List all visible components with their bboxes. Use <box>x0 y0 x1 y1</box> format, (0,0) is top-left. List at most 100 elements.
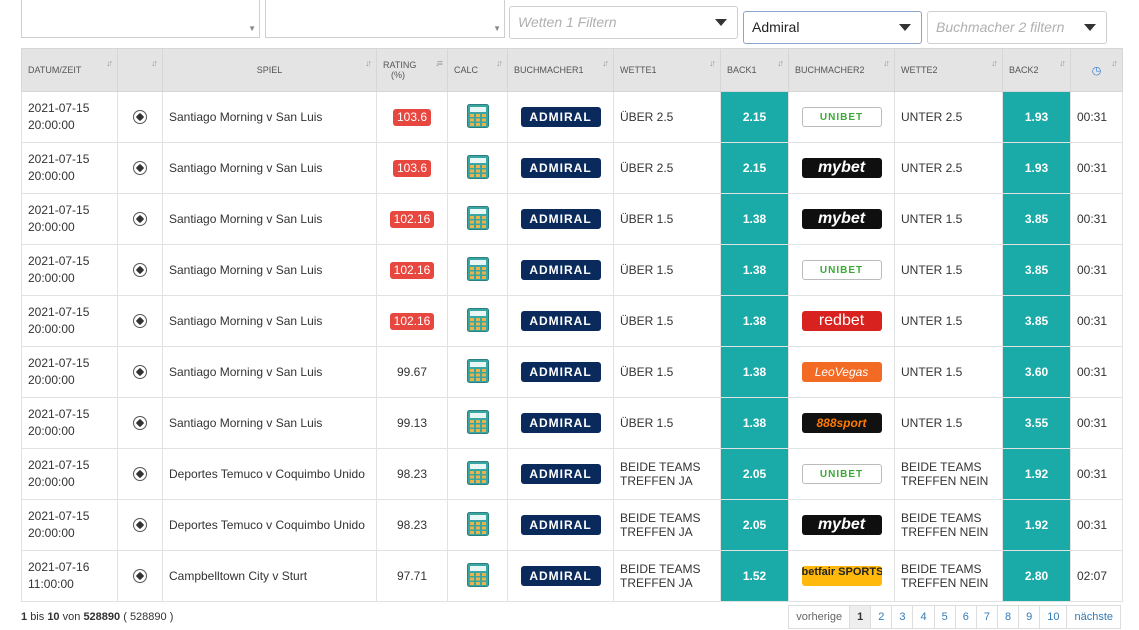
calculator-icon[interactable] <box>466 358 489 386</box>
bet2-text: BEIDE TEAMS TREFFEN NEIN <box>901 562 989 590</box>
calculator-icon[interactable] <box>466 511 489 539</box>
date-text: 2021-07-15 <box>28 305 90 319</box>
back1-odds: 1.38 <box>742 365 767 379</box>
back1-odds: 2.05 <box>742 467 767 481</box>
unibet-logo[interactable]: UNIBET <box>801 464 882 484</box>
cell-bookmaker1: ADMIRAL <box>507 91 614 143</box>
scroll-down-icon[interactable]: ▼ <box>248 24 256 33</box>
cell-rating: 99.13 <box>376 397 448 449</box>
admiral-logo[interactable]: ADMIRAL <box>520 311 601 331</box>
page-button-2[interactable]: 2 <box>870 605 893 629</box>
mybet-logo[interactable]: mybet <box>801 158 882 178</box>
page-button-7[interactable]: 7 <box>975 605 998 629</box>
th-bookmaker2[interactable]: BUCHMACHER2 ↓↑ <box>788 48 895 92</box>
bookmaker1-filter-dropdown[interactable]: Admiral <box>743 11 922 44</box>
admiral-logo[interactable]: ADMIRAL <box>520 362 601 382</box>
admiral-logo[interactable]: ADMIRAL <box>520 566 601 586</box>
cell-back1: 2.15 <box>720 142 789 194</box>
bet2-text: BEIDE TEAMS TREFFEN NEIN <box>901 460 989 488</box>
admiral-logo[interactable]: ADMIRAL <box>520 515 601 535</box>
page-button-1[interactable]: 1 <box>849 605 872 629</box>
calculator-icon[interactable] <box>466 154 489 182</box>
multiselect-box-1[interactable]: ▼ <box>21 0 260 38</box>
admiral-logo[interactable]: ADMIRAL <box>520 464 601 484</box>
cell-back1: 1.38 <box>720 295 789 347</box>
th-sport[interactable]: ↓↑ <box>117 48 163 92</box>
back2-odds: 3.60 <box>1024 365 1049 379</box>
soccer-ball-icon <box>133 110 147 125</box>
cell-bookmaker1: ADMIRAL <box>507 295 614 347</box>
scroll-down-icon[interactable]: ▼ <box>493 24 501 33</box>
th-bookmaker1[interactable]: BUCHMACHER1 ↓↑ <box>507 48 614 92</box>
bookmaker2-filter-dropdown[interactable]: Buchmacher 2 filtern <box>927 11 1107 44</box>
cell-rating: 98.23 <box>376 499 448 551</box>
admiral-logo[interactable]: ADMIRAL <box>520 260 601 280</box>
th-bet1[interactable]: WETTE1 ↓↑ <box>613 48 721 92</box>
th-datetime[interactable]: DATUM/ZEIT ↓↑ <box>21 48 118 92</box>
unibet-logo[interactable]: UNIBET <box>801 107 882 127</box>
rating-value: 99.67 <box>396 365 428 379</box>
calculator-icon[interactable] <box>466 205 489 233</box>
th-game[interactable]: SPIEL ↓↑ <box>162 48 377 92</box>
bet1-filter-dropdown[interactable]: Wetten 1 Filtern <box>509 6 738 39</box>
calculator-icon[interactable] <box>466 307 489 335</box>
page-button-4[interactable]: 4 <box>912 605 935 629</box>
table-row: 2021-07-15 20:00:00 Santiago Morning v San… <box>21 397 1123 449</box>
betfair-logo[interactable]: betfair SPORTSBOOK <box>801 566 882 586</box>
table-body: 2021-07-15 20:00:00 Santiago Morning v San… <box>21 91 1123 602</box>
date-text: 2021-07-15 <box>28 407 90 421</box>
calculator-icon[interactable] <box>466 256 489 284</box>
cell-bookmaker1: ADMIRAL <box>507 448 614 500</box>
th-back2[interactable]: BACK2 ↓↑ <box>1002 48 1071 92</box>
unibet-logo[interactable]: UNIBET <box>801 260 882 280</box>
multiselect-box-2[interactable]: ▼ <box>265 0 505 38</box>
leovegas-logo[interactable]: LeoVegas <box>801 362 882 382</box>
page-button-8[interactable]: 8 <box>996 605 1020 629</box>
game-name: Santiago Morning v San Luis <box>169 416 323 430</box>
calculator-icon[interactable] <box>466 409 489 437</box>
next-page-button[interactable]: nächste <box>1066 605 1121 629</box>
bet2-text: UNTER 1.5 <box>901 365 963 379</box>
page-button-9[interactable]: 9 <box>1018 605 1041 629</box>
bet1-text: ÜBER 1.5 <box>620 263 674 277</box>
th-bet2[interactable]: WETTE2 ↓↑ <box>894 48 1003 92</box>
admiral-logo[interactable]: ADMIRAL <box>520 158 601 178</box>
admiral-logo[interactable]: ADMIRAL <box>520 413 601 433</box>
sort-arrows-icon: ↓↑ <box>365 58 372 68</box>
cell-game: Santiago Morning v San Luis <box>162 346 377 398</box>
rating-value: 102.16 <box>389 312 435 330</box>
calculator-icon[interactable] <box>466 460 489 488</box>
bet1-text: BEIDE TEAMS TREFFEN JA <box>620 511 701 539</box>
mybet-logo[interactable]: mybet <box>801 209 882 229</box>
th-back1[interactable]: BACK1 ↓↑ <box>720 48 789 92</box>
th-remaining[interactable]: ◷ ↓↑ <box>1070 48 1123 92</box>
back2-odds: 3.55 <box>1024 416 1049 430</box>
th-rating[interactable]: RATING (%) ↓≡ <box>376 48 448 92</box>
cell-calc <box>447 295 508 347</box>
back2-odds: 1.93 <box>1024 161 1049 175</box>
game-name: Santiago Morning v San Luis <box>169 263 323 277</box>
sport888-logo[interactable]: 888sport <box>801 413 882 433</box>
cell-back2: 3.85 <box>1002 244 1071 296</box>
back1-odds: 1.38 <box>742 212 767 226</box>
page-button-10[interactable]: 10 <box>1039 605 1068 629</box>
cell-calc <box>447 91 508 143</box>
page-button-6[interactable]: 6 <box>954 605 977 629</box>
cell-game: Deportes Temuco v Coquimbo Unido <box>162 448 377 500</box>
cell-sport <box>117 550 163 602</box>
redbet-logo[interactable]: redbet <box>801 311 882 331</box>
cell-datetime: 2021-07-15 20:00:00 <box>21 142 118 194</box>
mybet-logo[interactable]: mybet <box>801 515 882 535</box>
cell-bet2: UNTER 1.5 <box>894 193 1003 245</box>
page-button-5[interactable]: 5 <box>933 605 956 629</box>
calculator-icon[interactable] <box>466 103 489 131</box>
admiral-logo[interactable]: ADMIRAL <box>520 107 601 127</box>
date-text: 2021-07-16 <box>28 560 90 574</box>
cell-bet2: UNTER 2.5 <box>894 142 1003 194</box>
prev-page-button[interactable]: vorherige <box>788 605 851 629</box>
calculator-icon[interactable] <box>466 562 489 590</box>
cell-remaining: 00:31 <box>1070 499 1123 551</box>
admiral-logo[interactable]: ADMIRAL <box>520 209 601 229</box>
page-button-3[interactable]: 3 <box>891 605 914 629</box>
cell-calc <box>447 550 508 602</box>
